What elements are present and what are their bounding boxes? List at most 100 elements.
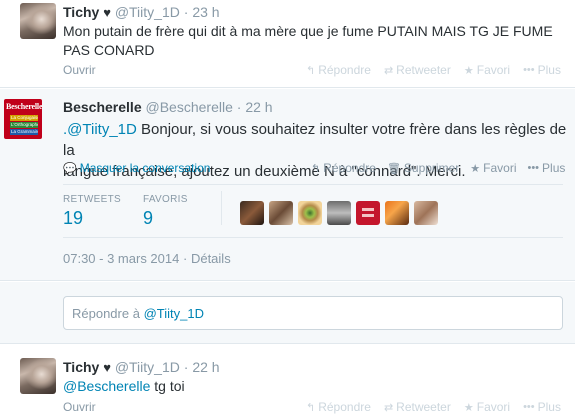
star-icon: ★ <box>470 162 481 175</box>
favorite-button[interactable]: ★ Favori <box>464 400 510 414</box>
avatar-logo-title: Bescherelle <box>6 102 42 111</box>
timestamp[interactable]: 22 h <box>245 99 272 115</box>
tweet-details: 07:30 - 3 mars 2014 · Détails <box>63 251 231 266</box>
favorite-label: Favori <box>476 63 511 77</box>
retweet-button[interactable]: ⇄ Retweeter <box>384 400 451 414</box>
time-separator: · <box>183 4 189 20</box>
favorite-button[interactable]: ★ Favori <box>470 161 516 175</box>
tweet-tichy-2[interactable]: Tichy ♥ @Tiity_1D · 22 h @Bescherelle tg… <box>0 345 575 420</box>
hide-conversation-link[interactable]: 💬 Masquer la conversation <box>63 161 210 175</box>
star-icon: ★ <box>463 64 474 77</box>
trash-icon: 🗑 <box>386 162 401 175</box>
reply-label: Répondre <box>318 400 371 414</box>
ellipsis-icon: ••• <box>523 401 535 413</box>
retweet-icon: ⇄ <box>383 401 394 414</box>
avatar[interactable] <box>356 201 380 225</box>
more-label: Plus <box>537 63 561 77</box>
reply-button[interactable]: ↰ Répondre <box>306 63 371 77</box>
avatar[interactable] <box>20 3 56 39</box>
tweet-text-line: Bonjour, si vous souhaitez insulter votr… <box>63 121 567 159</box>
tweet-bescherelle[interactable]: Bescherelle La Conjugaison L'Orthographe… <box>0 89 575 281</box>
favorite-label: Favori <box>483 161 517 175</box>
reply-placeholder: Répondre à <box>72 306 144 321</box>
fullname[interactable]: Tichy <box>63 359 99 375</box>
more-label: Plus <box>542 161 566 175</box>
full-timestamp: 07:30 - 3 mars 2014 <box>63 251 180 266</box>
reply-mention: @Tiity_1D <box>143 306 204 321</box>
timestamp[interactable]: 22 h <box>192 359 219 375</box>
avatar[interactable] <box>385 201 409 225</box>
username[interactable]: @Bescherelle <box>146 99 233 115</box>
avatar-logo-line: La Grammaire <box>10 129 38 135</box>
favorites-stat[interactable]: FAVORIS 9 <box>143 194 188 229</box>
tweet-actions: ↰ Répondre ⇄ Retweeter ★ Favori ••• Plus <box>293 400 561 414</box>
more-label: Plus <box>537 400 561 414</box>
tweet-text-line: Mon putain de frère qui dit à ma mère qu… <box>63 23 553 39</box>
retweets-label: RETWEETS <box>63 194 121 205</box>
tweet-text: @Bescherelle tg toi <box>63 377 563 396</box>
retweet-icon: ⇄ <box>383 64 394 77</box>
ellipsis-icon: ••• <box>527 162 540 174</box>
star-icon: ★ <box>463 401 474 414</box>
mention-link[interactable]: @Bescherelle <box>63 378 150 394</box>
retweets-count[interactable]: 19 <box>63 208 121 229</box>
tweet-actions: ↰ Répondre ⇄ Retweeter ★ Favori ••• Plus <box>293 63 561 77</box>
stats-divider <box>221 191 222 225</box>
favorite-label: Favori <box>476 400 511 414</box>
reply-button[interactable]: ↰ Répondre <box>306 400 371 414</box>
username[interactable]: @Tiity_1D <box>115 4 180 20</box>
retweeter-avatars <box>240 201 443 225</box>
tweet-actions: ↰ Répondre 🗑 Supprimer ★ Favori ••• Plus <box>300 161 565 175</box>
retweets-stat[interactable]: RETWEETS 19 <box>63 194 121 229</box>
avatar-logo-line: La Conjugaison <box>10 115 38 121</box>
reply-arrow-icon: ↰ <box>306 64 316 77</box>
reply-label: Répondre <box>318 63 371 77</box>
tweet-text-line: tg toi <box>150 378 185 394</box>
reply-input[interactable]: Répondre à @Tiity_1D <box>63 296 563 330</box>
avatar[interactable] <box>414 201 438 225</box>
reply-label: Répondre <box>323 161 376 175</box>
avatar[interactable] <box>327 201 351 225</box>
retweet-label: Retweeter <box>396 400 451 414</box>
avatar[interactable] <box>20 358 56 394</box>
more-button[interactable]: ••• Plus <box>523 63 561 77</box>
details-link[interactable]: Détails <box>191 251 231 266</box>
hide-conversation-label: Masquer la conversation <box>79 161 211 175</box>
tweet-tichy-1[interactable]: Tichy ♥ @Tiity_1D · 23 h Mon putain de f… <box>0 0 575 88</box>
timestamp[interactable]: 23 h <box>192 4 219 20</box>
retweet-label: Retweeter <box>396 63 451 77</box>
reply-area: Répondre à @Tiity_1D <box>0 282 575 344</box>
tweet-text-line: PAS CONARD <box>63 42 155 58</box>
tweet-text: Mon putain de frère qui dit à ma mère qu… <box>63 22 563 60</box>
avatar[interactable] <box>240 201 264 225</box>
avatar-logo-line: L'Orthographe <box>10 122 38 128</box>
fullname[interactable]: Tichy <box>63 4 99 20</box>
heart-icon: ♥ <box>103 5 111 20</box>
username[interactable]: @Tiity_1D <box>115 359 180 375</box>
reply-arrow-icon: ↰ <box>311 162 321 175</box>
favorites-label: FAVORIS <box>142 194 188 205</box>
mention-link[interactable]: .@Tiity_1D <box>63 121 137 138</box>
favorite-button[interactable]: ★ Favori <box>464 63 510 77</box>
expand-link[interactable]: Ouvrir <box>63 400 96 414</box>
time-separator: · <box>236 99 242 115</box>
avatar[interactable] <box>298 201 322 225</box>
more-button[interactable]: ••• Plus <box>523 400 561 414</box>
tweet-stats: RETWEETS 19 FAVORIS 9 <box>63 194 210 229</box>
fullname[interactable]: Bescherelle <box>63 99 142 115</box>
retweet-button[interactable]: ⇄ Retweeter <box>384 63 451 77</box>
speech-bubble-icon: 💬 <box>63 162 77 175</box>
delete-label: Supprimer <box>403 161 460 175</box>
favorites-count[interactable]: 9 <box>143 208 188 229</box>
expand-link[interactable]: Ouvrir <box>63 63 96 77</box>
reply-button[interactable]: ↰ Répondre <box>311 161 376 175</box>
reply-arrow-icon: ↰ <box>306 401 316 414</box>
avatar[interactable] <box>269 201 293 225</box>
avatar[interactable]: Bescherelle La Conjugaison L'Orthographe… <box>4 99 42 139</box>
ellipsis-icon: ••• <box>523 64 535 76</box>
time-separator: · <box>183 359 189 375</box>
more-button[interactable]: ••• Plus <box>527 161 565 175</box>
details-separator: · <box>182 251 188 266</box>
heart-icon: ♥ <box>103 360 111 375</box>
delete-button[interactable]: 🗑 Supprimer <box>387 161 459 175</box>
